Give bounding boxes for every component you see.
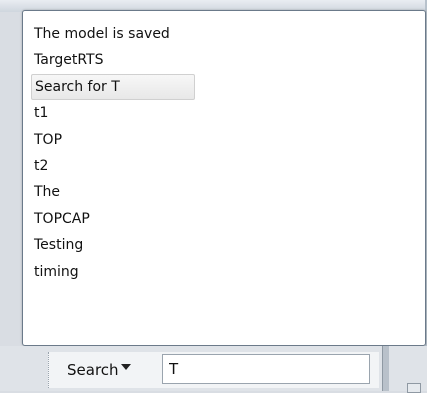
suggestion-item[interactable]: TargetRTS: [31, 47, 195, 73]
suggestion-item[interactable]: timing: [31, 259, 195, 285]
search-input[interactable]: [162, 354, 370, 384]
toolbar-separator: [382, 346, 389, 391]
chevron-down-icon[interactable]: [121, 364, 131, 370]
suggestion-item[interactable]: Testing: [31, 232, 195, 258]
search-group: Search: [48, 352, 379, 388]
autocomplete-popup: The model is saved TargetRTS Search for …: [22, 10, 426, 346]
suggestion-item-selected[interactable]: Search for T: [31, 73, 195, 101]
suggestion-item[interactable]: t1: [31, 100, 195, 126]
suggestion-item[interactable]: t2: [31, 153, 195, 179]
suggestion-list: The model is saved TargetRTS Search for …: [31, 21, 195, 285]
suggestion-item[interactable]: The model is saved: [31, 21, 195, 47]
suggestion-item[interactable]: TOPCAP: [31, 206, 195, 232]
search-label[interactable]: Search: [67, 361, 119, 379]
suggestion-item[interactable]: The: [31, 179, 195, 205]
search-toolbar: Search: [0, 346, 427, 393]
panel-icon[interactable]: [407, 383, 421, 393]
suggestion-item[interactable]: TOP: [31, 127, 195, 153]
